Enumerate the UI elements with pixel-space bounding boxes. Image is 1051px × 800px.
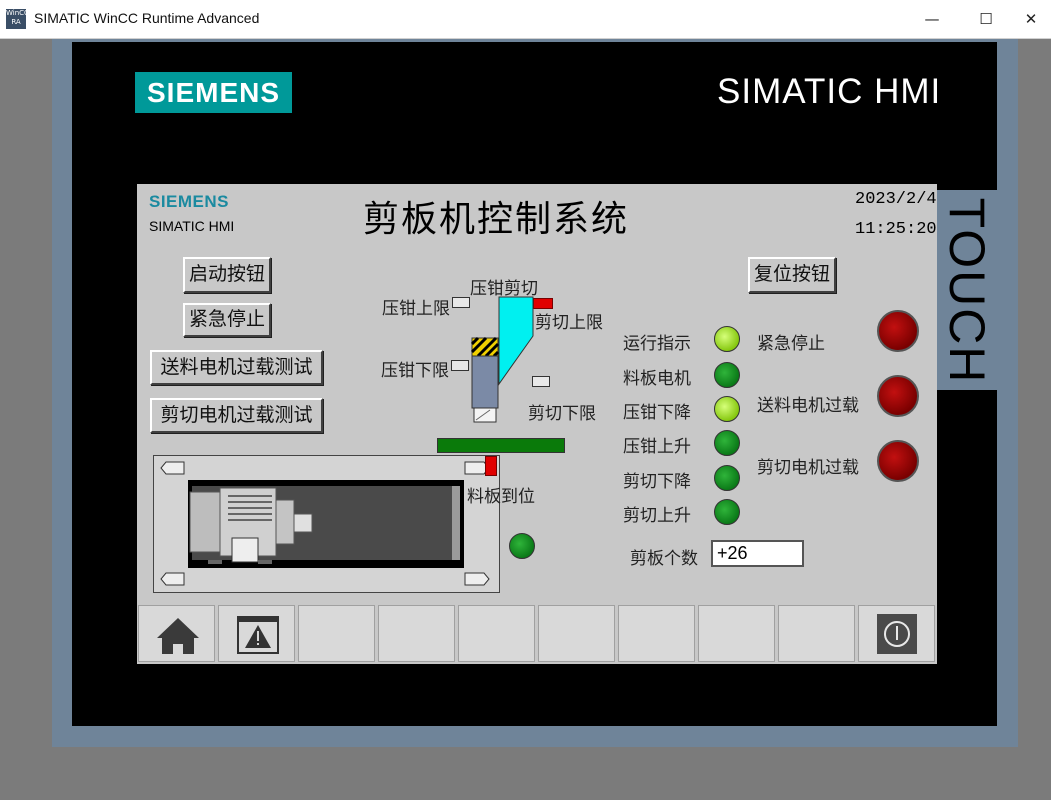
- run-indicator-lamp: [714, 326, 740, 352]
- plate-motor-indicator-lamp: [714, 362, 740, 388]
- clamp-up-indicator-lamp: [714, 430, 740, 456]
- chevron-left-bottom-icon: [160, 572, 185, 586]
- home-key[interactable]: [138, 605, 215, 662]
- indicator-label: 剪切上升: [623, 506, 691, 526]
- function-key-5[interactable]: [458, 605, 535, 662]
- chevron-left-top-icon: [160, 461, 185, 475]
- power-key[interactable]: [858, 605, 935, 662]
- plate-count-label: 剪板个数: [630, 549, 698, 569]
- chevron-right-bottom-icon: [464, 572, 490, 586]
- plate-bar: [437, 438, 565, 453]
- alarm-label: 剪切电机过载: [757, 458, 859, 478]
- minimize-button[interactable]: —: [912, 6, 952, 32]
- emergency-stop-alarm-lamp: [877, 310, 919, 352]
- page-title: 剪板机控制系统: [363, 199, 630, 240]
- clamp-down-limit-sensor: [451, 360, 469, 371]
- clamp-down-indicator-lamp: [714, 396, 740, 422]
- cutting-blade: [498, 296, 534, 386]
- plate-count-field[interactable]: +26: [711, 540, 804, 567]
- indicator-label: 运行指示: [623, 334, 691, 354]
- motor-terminal-box: [231, 537, 259, 563]
- function-key-8[interactable]: [698, 605, 775, 662]
- touch-label-text: TOUCH: [939, 197, 995, 385]
- motor-shaft: [293, 513, 313, 533]
- hmi-screen: SIEMENS SIMATIC HMI 剪板机控制系统 2023/2/4 11:…: [137, 184, 937, 664]
- alarm-label: 送料电机过载: [757, 396, 859, 416]
- motor-foot-right: [258, 560, 272, 564]
- clamp-foot: [473, 407, 497, 423]
- function-key-9[interactable]: [778, 605, 855, 662]
- emergency-stop-button[interactable]: 紧急停止: [183, 303, 271, 337]
- app-icon-text-bottom: RA: [11, 18, 21, 26]
- plate-in-place-indicator: [509, 533, 535, 559]
- cut-down-limit-label: 剪切下限: [528, 404, 596, 424]
- motor-end-cap: [189, 491, 221, 553]
- clamp-up-limit-label: 压钳上限: [382, 299, 450, 319]
- time-display: 11:25:20: [855, 220, 937, 239]
- window-title: SIMATIC WinCC Runtime Advanced: [34, 10, 260, 26]
- feed-motor-overload-alarm-lamp: [877, 375, 919, 417]
- clamp-up-limit-sensor: [452, 297, 470, 308]
- function-key-4[interactable]: [378, 605, 455, 662]
- power-icon: [877, 614, 917, 654]
- feed-motor-overload-test-button[interactable]: 送料电机过载测试: [150, 350, 323, 385]
- indicator-label: 压钳下降: [623, 403, 691, 423]
- feed-conveyor-panel: [153, 455, 500, 593]
- motor-foot-left: [208, 560, 222, 564]
- indicator-label: 料板电机: [623, 369, 691, 389]
- cut-motor-overload-alarm-lamp: [877, 440, 919, 482]
- cut-down-indicator-lamp: [714, 465, 740, 491]
- date-display: 2023/2/4: [855, 190, 937, 209]
- app-icon-text-top: WinCC: [6, 9, 29, 17]
- indicator-label: 压钳上升: [623, 437, 691, 457]
- function-key-3[interactable]: [298, 605, 375, 662]
- screen-product-label: SIMATIC HMI: [149, 218, 235, 234]
- siemens-logo: SIEMENS: [135, 72, 292, 113]
- home-icon: [157, 618, 199, 654]
- alarm-warning-icon: [237, 616, 279, 654]
- cut-up-indicator-lamp: [714, 499, 740, 525]
- indicator-label: 剪切下降: [623, 472, 691, 492]
- cut-up-limit-label: 剪切上限: [535, 313, 603, 333]
- plate-in-place-sensor-flag: [485, 456, 497, 476]
- cut-motor-overload-test-button[interactable]: 剪切电机过载测试: [150, 398, 323, 433]
- feed-motor-icon: [189, 487, 313, 564]
- function-key-6[interactable]: [538, 605, 615, 662]
- window-titlebar: WinCC RA SIMATIC WinCC Runtime Advanced …: [0, 0, 1051, 39]
- simatic-hmi-brand: SIMATIC HMI: [717, 72, 942, 111]
- wincc-app-icon: WinCC RA: [6, 9, 29, 29]
- shear-blade-graphic: [471, 296, 534, 423]
- motor-flange: [275, 499, 295, 545]
- clamp-body: [471, 355, 499, 409]
- screen-siemens-logo: SIEMENS: [149, 192, 230, 211]
- close-button[interactable]: ✕: [1011, 6, 1051, 32]
- alarm-view-key[interactable]: [218, 605, 295, 662]
- touch-label: TOUCH: [937, 190, 997, 390]
- function-key-7[interactable]: [618, 605, 695, 662]
- start-button[interactable]: 启动按钮: [183, 257, 271, 293]
- alarm-label: 紧急停止: [757, 334, 825, 354]
- plate-in-place-label: 料板到位: [467, 487, 535, 507]
- maximize-button[interactable]: ☐: [966, 6, 1006, 32]
- clamp-down-limit-label: 压钳下限: [381, 361, 449, 381]
- reset-button[interactable]: 复位按钮: [748, 257, 836, 293]
